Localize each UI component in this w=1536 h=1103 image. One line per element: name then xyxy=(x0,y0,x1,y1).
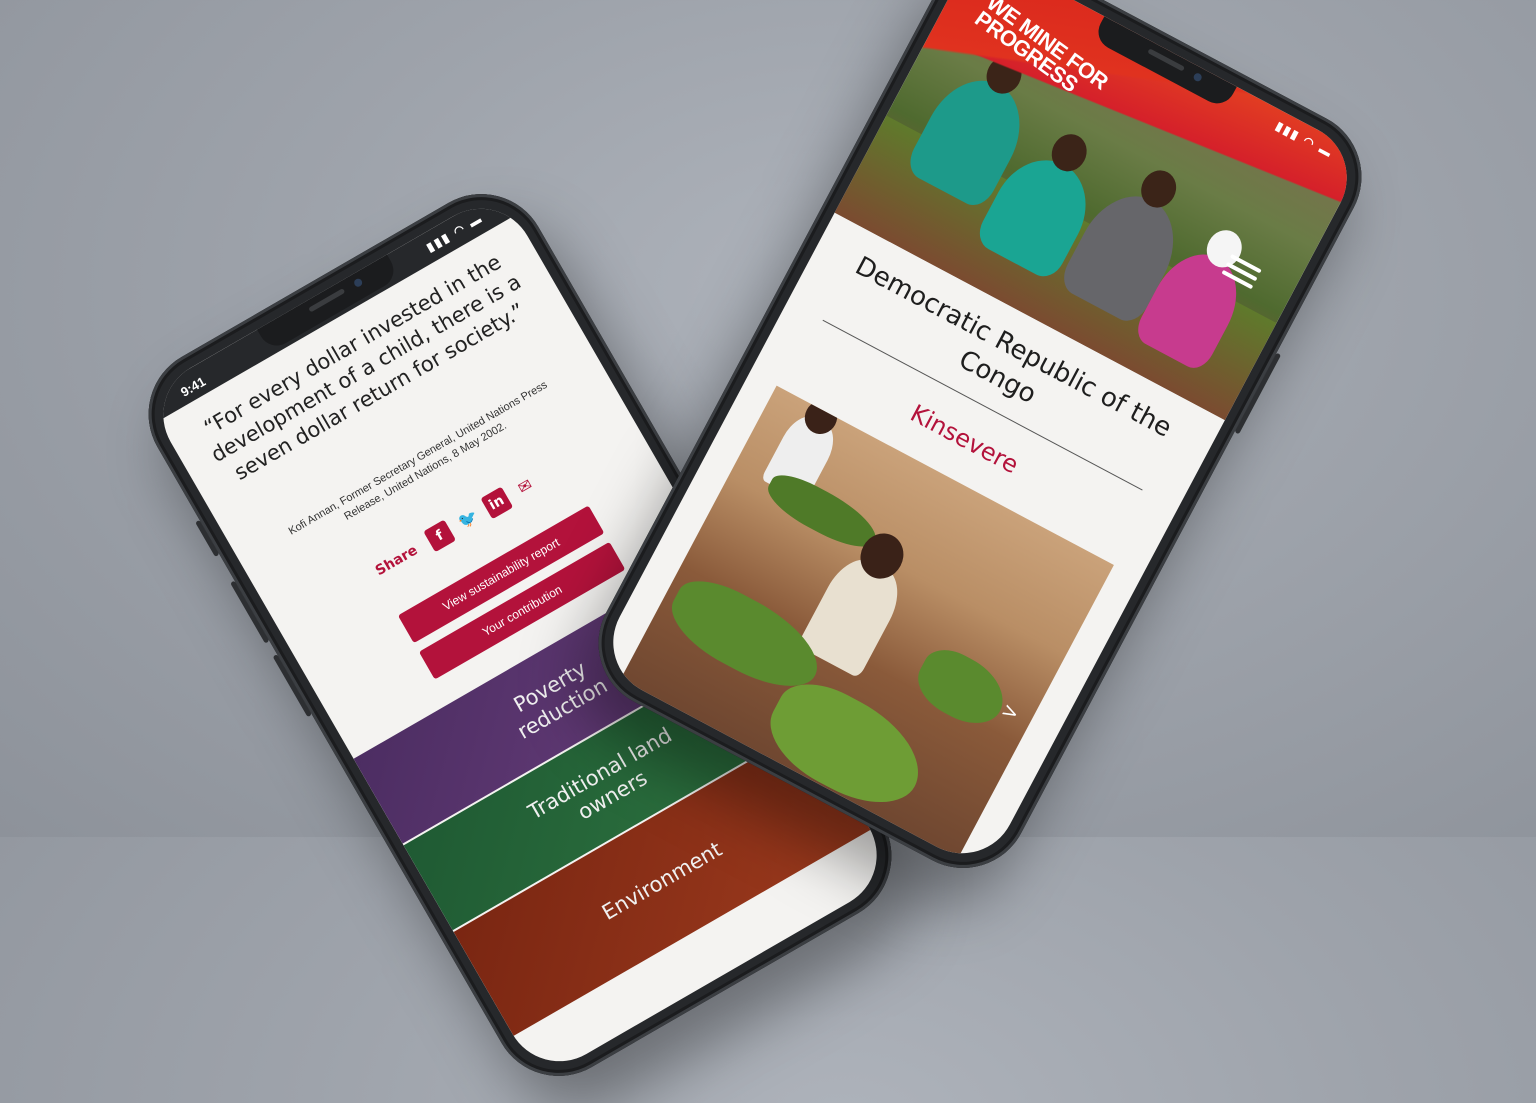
mute-switch xyxy=(195,519,220,557)
email-icon[interactable]: ✉ xyxy=(509,470,542,503)
right-phone-screen: ▮▮▮ ◠ ▬ WE MINE FOR PROGRESS Democratic … xyxy=(594,0,1366,873)
facebook-icon[interactable]: f xyxy=(423,519,457,553)
status-icons: ▮▮▮ ◠ ▬ xyxy=(423,210,486,255)
tile-label: Environment xyxy=(597,836,726,925)
linkedin-icon[interactable]: in xyxy=(480,486,514,520)
twitter-icon[interactable]: 🐦 xyxy=(452,503,485,536)
status-time: 9:41 xyxy=(178,373,209,400)
mockup-stage: 9:41 ▮▮▮ ◠ ▬ “For every dollar invested … xyxy=(0,0,1536,1101)
share-label: Share xyxy=(372,542,421,580)
